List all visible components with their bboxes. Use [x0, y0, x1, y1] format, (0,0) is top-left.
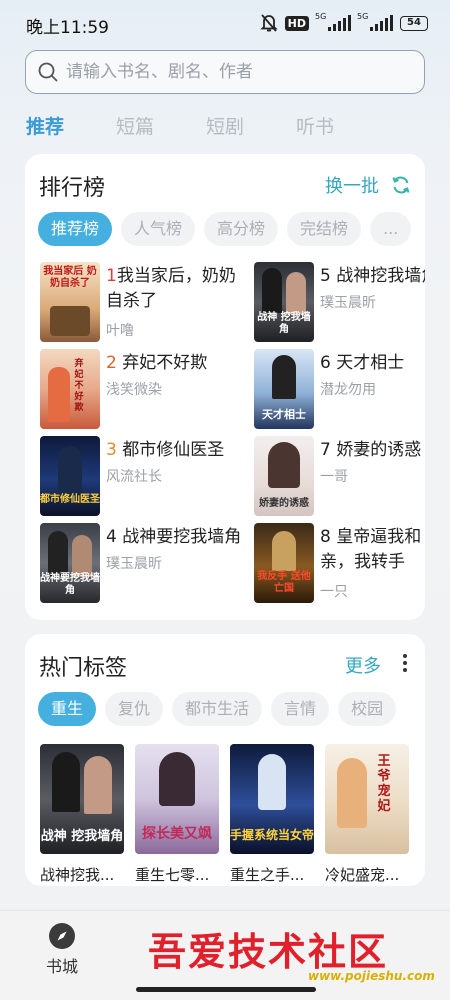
book-title: 娇妻的诱惑	[336, 440, 422, 460]
book-cover: 王爷宠妃	[325, 744, 409, 854]
book-author: 璞玉晨昕	[106, 556, 162, 572]
book-title: 战神挖我墙角	[336, 266, 425, 286]
watermark-text: 吾爱技术社区	[148, 929, 389, 974]
chip-top-rated-list[interactable]: 高分榜	[204, 212, 279, 246]
ranking-book-4[interactable]: 战神要挖我墙角 4 战神要挖我墙角 璞玉晨昕	[40, 523, 242, 603]
ranking-book-1[interactable]: 我当家后 奶奶自杀了 1我当家后，奶奶自杀了 叶噜	[40, 262, 240, 342]
hot-tags-card: 热门标签 更多 重生 复仇 都市生活 言情 校园 战神 挖我墙角 战神挖我... 探长美…	[25, 634, 425, 886]
status-icons: HD 5G 5G 54	[259, 12, 428, 34]
ranking-chip-row: 推荐榜 人气榜 高分榜 完结榜...	[38, 212, 425, 248]
tag-book-4[interactable]: 王爷宠妃 冷妃盛宠...	[325, 744, 409, 885]
refresh-button[interactable]: 换一批	[325, 172, 411, 198]
book-title: 重生七零...	[135, 866, 210, 884]
ranking-book-5[interactable]: 战神 挖我墙角 5 战神挖我墙角 璞玉晨昕	[254, 262, 425, 342]
signal-strength-icon-2: 5G	[357, 12, 393, 31]
book-cover: 都市修仙医圣	[40, 436, 100, 516]
book-cover: 战神要挖我墙角	[40, 523, 100, 603]
chip-more-list[interactable]: ...	[370, 212, 412, 246]
book-cover: 娇妻的诱惑	[254, 436, 314, 516]
book-author: 风流社长	[106, 469, 162, 485]
tag-chip-row: 重生 复仇 都市生活 言情 校园	[38, 692, 425, 728]
top-tabs: 推荐 短篇 短剧 听书	[26, 112, 386, 139]
status-time: 晚上11:59	[26, 18, 109, 38]
search-input[interactable]	[66, 62, 406, 82]
book-title: 皇帝逼我和亲，我转手	[320, 527, 422, 572]
book-title: 我当家后，奶奶自杀了	[106, 266, 236, 311]
ranking-book-3[interactable]: 都市修仙医圣 3 都市修仙医圣 风流社长	[40, 436, 240, 516]
book-title: 战神挖我...	[40, 866, 115, 884]
book-cover: 天才相士	[254, 349, 314, 429]
tab-recommend[interactable]: 推荐	[26, 112, 116, 139]
book-title: 都市修仙医圣	[122, 440, 225, 460]
hd-voice-badge: HD	[284, 15, 309, 31]
book-cover: 探长美又飒	[135, 744, 219, 854]
battery-icon: 54	[400, 15, 428, 31]
refresh-icon	[392, 176, 410, 194]
book-author: 一哥	[320, 469, 348, 485]
more-button[interactable]: 更多	[345, 652, 381, 678]
ranking-title: 排行榜	[39, 176, 106, 201]
hot-tags-title: 热门标签	[39, 656, 128, 681]
bottom-nav: 书城 吾爱技术社区 www.pojieshu.com	[0, 910, 450, 1000]
bell-muted-icon	[259, 14, 278, 32]
chip-tag-romance[interactable]: 言情	[271, 692, 330, 726]
search-icon	[38, 62, 58, 82]
ranking-book-2[interactable]: 弃妃不好欺 2 弃妃不好欺 浅笑微染	[40, 349, 240, 429]
signal-strength-icon: 5G	[315, 12, 351, 31]
chip-recommend-list[interactable]: 推荐榜	[38, 212, 113, 246]
chip-tag-rebirth[interactable]: 重生	[38, 692, 97, 726]
nav-bookstore[interactable]: 书城	[38, 923, 86, 977]
book-title: 弃妃不好欺	[122, 353, 208, 373]
book-title: 重生之手...	[230, 866, 305, 884]
tab-audiobooks[interactable]: 听书	[296, 112, 386, 139]
book-cover: 战神 挖我墙角	[40, 744, 124, 854]
book-author: 浅笑微染	[106, 382, 162, 398]
tag-book-3[interactable]: 手握系统当女帝 重生之手...	[230, 744, 314, 885]
status-bar: 晚上11:59 HD 5G 5G 54	[0, 0, 450, 46]
tag-book-2[interactable]: 探长美又飒 重生七零...	[135, 744, 219, 885]
search-box[interactable]	[25, 50, 425, 94]
book-cover: 战神 挖我墙角	[254, 262, 314, 342]
ranking-book-7[interactable]: 娇妻的诱惑 7 娇妻的诱惑 一哥	[254, 436, 425, 516]
book-cover: 弃妃不好欺	[40, 349, 100, 429]
tab-short-dramas[interactable]: 短剧	[206, 112, 296, 139]
refresh-label: 换一批	[325, 176, 379, 197]
nav-bookstore-label: 书城	[45, 957, 78, 976]
chip-completed-list[interactable]: 完结榜	[287, 212, 362, 246]
more-options-icon[interactable]	[403, 654, 407, 675]
book-author: 叶噜	[106, 323, 134, 339]
chip-popular-list[interactable]: 人气榜	[121, 212, 196, 246]
book-cover: 我当家后 奶奶自杀了	[40, 262, 100, 342]
book-title: 战神要挖我墙角	[122, 527, 242, 547]
book-title: 天才相士	[336, 353, 405, 373]
tab-short-stories[interactable]: 短篇	[116, 112, 206, 139]
book-author: 璞玉晨昕	[320, 295, 376, 311]
chip-tag-revenge[interactable]: 复仇	[105, 692, 164, 726]
book-cover: 我反手 送他亡国	[254, 523, 314, 603]
book-cover: 手握系统当女帝	[230, 744, 314, 854]
home-indicator[interactable]	[136, 987, 316, 992]
watermark-url: www.pojieshu.com	[308, 969, 435, 983]
chip-tag-campus[interactable]: 校园	[338, 692, 397, 726]
book-author: 潜龙勿用	[320, 382, 376, 398]
book-author: 一只	[320, 584, 348, 600]
chip-tag-urban-life[interactable]: 都市生活	[172, 692, 263, 726]
ranking-card: 排行榜 换一批 推荐榜 人气榜 高分榜 完结榜... 我当家后 奶奶自杀了 1我当家后…	[25, 154, 425, 620]
book-title: 冷妃盛宠...	[325, 866, 400, 884]
ranking-book-6[interactable]: 天才相士 6 天才相士 潜龙勿用	[254, 349, 425, 429]
tag-book-1[interactable]: 战神 挖我墙角 战神挖我...	[40, 744, 124, 885]
compass-icon	[49, 923, 75, 949]
ranking-book-8[interactable]: 我反手 送他亡国 8 皇帝逼我和亲，我转手 一只	[254, 523, 425, 603]
